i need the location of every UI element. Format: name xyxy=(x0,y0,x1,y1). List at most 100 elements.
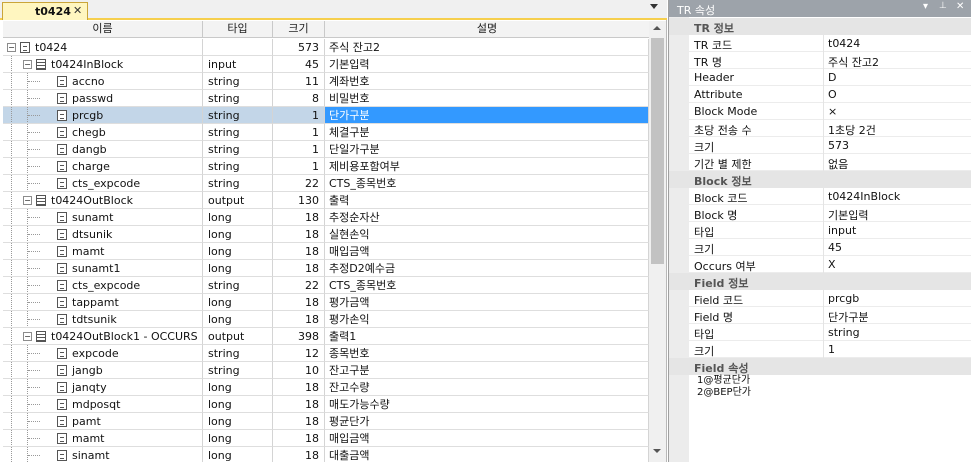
tree-collapse-toggle-icon[interactable]: − xyxy=(23,60,32,69)
property-section-header[interactable]: TR 정보 xyxy=(669,18,971,35)
column-header-name[interactable]: 이름 xyxy=(3,21,203,38)
property-row[interactable]: 타입 string xyxy=(669,324,971,341)
cell-name: mamt xyxy=(3,243,203,260)
scroll-up-arrow-icon[interactable] xyxy=(653,26,661,30)
property-row[interactable]: TR 코드 t0424 xyxy=(669,35,971,52)
panel-close-icon[interactable]: ✕ xyxy=(956,1,964,12)
field-row[interactable]: mamt long 18 매입금액 xyxy=(3,430,649,447)
property-row[interactable]: Field 명 단가구분 xyxy=(669,307,971,324)
property-value: string xyxy=(828,326,860,339)
tree-guide-line xyxy=(11,56,12,72)
field-row[interactable]: jangb string 10 잔고구분 xyxy=(3,362,649,379)
property-row[interactable]: 타입 input xyxy=(669,222,971,239)
tree-guide-line xyxy=(11,175,12,191)
property-section-header[interactable]: Field 정보 xyxy=(669,273,971,290)
column-header-type[interactable]: 타입 xyxy=(203,21,273,38)
tab-list-dropdown-icon[interactable] xyxy=(650,4,658,9)
property-row[interactable]: Header D xyxy=(669,69,971,86)
property-value: 45 xyxy=(828,241,842,254)
property-row[interactable]: 초당 전송 수 1초당 2건 xyxy=(669,120,971,137)
field-row[interactable]: pamt long 18 평균단가 xyxy=(3,413,649,430)
tr-root-row[interactable]: − t0424 573 주식 잔고2 xyxy=(3,39,649,56)
field-row[interactable]: accno string 11 계좌번호 xyxy=(3,73,649,90)
panel-pin-icon[interactable]: ⊥ xyxy=(939,1,947,11)
tree-guide-line xyxy=(28,268,40,269)
cell-name: charge xyxy=(3,158,203,175)
tree-guide-line xyxy=(11,192,12,208)
tree-collapse-toggle-icon[interactable]: − xyxy=(7,43,16,52)
field-row[interactable]: mdposqt long 18 매도가능수량 xyxy=(3,396,649,413)
cell-size: 22 xyxy=(273,277,325,294)
properties-panel-titlebar: TR 속성 ▾ ⊥ ✕ xyxy=(669,0,971,17)
property-section-header[interactable]: Block 정보 xyxy=(669,171,971,188)
field-row[interactable]: dtsunik long 18 실현손익 xyxy=(3,226,649,243)
cell-name: dtsunik xyxy=(3,226,203,243)
property-value: 1초당 2건 xyxy=(828,124,876,137)
panel-dropdown-icon[interactable]: ▾ xyxy=(923,1,928,12)
row-name-text: expcode xyxy=(72,347,119,360)
cell-name: dangb xyxy=(3,141,203,158)
grid-vertical-scrollbar[interactable] xyxy=(649,21,666,462)
tree-collapse-toggle-icon[interactable]: − xyxy=(23,332,32,341)
property-row[interactable]: Block Mode × xyxy=(669,103,971,120)
tree-guide-line xyxy=(11,73,12,89)
scroll-down-arrow-icon[interactable] xyxy=(653,449,661,453)
cell-name: expcode xyxy=(3,345,203,362)
tree-guide-line xyxy=(11,430,12,446)
property-row[interactable]: Occurs 여부 X xyxy=(669,256,971,273)
field-row[interactable]: sinamt long 18 대출금액 xyxy=(3,447,649,462)
column-header-size[interactable]: 크기 xyxy=(273,21,325,38)
property-row[interactable]: 크기 1 xyxy=(669,341,971,358)
tree-guide-line xyxy=(11,158,12,174)
field-row[interactable]: sunamt long 18 추정순자산 xyxy=(3,209,649,226)
property-row[interactable]: Block 명 기본입력 xyxy=(669,205,971,222)
tree-guide-line xyxy=(11,124,12,140)
field-row[interactable]: cts_expcode string 22 CTS_종목번호 xyxy=(3,175,649,192)
field-document-icon xyxy=(57,365,67,376)
field-row[interactable]: charge string 1 제비용포함여부 xyxy=(3,158,649,175)
field-row[interactable]: mamt long 18 매입금액 xyxy=(3,243,649,260)
column-header-description[interactable]: 설명 xyxy=(325,21,649,38)
cell-description: 평가손익 xyxy=(325,311,649,328)
property-divider xyxy=(823,341,824,358)
property-row[interactable]: 크기 573 xyxy=(669,137,971,154)
property-row[interactable]: Field 코드 prcgb xyxy=(669,290,971,307)
scrollbar-thumb[interactable] xyxy=(651,38,664,264)
field-row[interactable]: janqty long 18 잔고수량 xyxy=(3,379,649,396)
property-row[interactable]: 크기 45 xyxy=(669,239,971,256)
cell-type: long xyxy=(203,413,273,430)
field-row[interactable]: prcgb string 1 단가구분 xyxy=(3,107,649,124)
property-row[interactable]: Attribute O xyxy=(669,86,971,103)
field-row[interactable]: dangb string 1 단일가구분 xyxy=(3,141,649,158)
block-row[interactable]: − t0424OutBlock1 - OCCURS output 398 출력1 xyxy=(3,328,649,345)
property-row[interactable]: Block 코드 t0424InBlock xyxy=(669,188,971,205)
tree-guide-line xyxy=(28,285,40,286)
tab-close-icon[interactable]: ✕ xyxy=(73,4,82,17)
field-row[interactable]: passwd string 8 비밀번호 xyxy=(3,90,649,107)
field-row[interactable]: tdtsunik long 18 평가손익 xyxy=(3,311,649,328)
cell-type xyxy=(203,39,273,56)
tab-t0424[interactable]: t0424 ✕ xyxy=(2,2,88,20)
tree-collapse-toggle-icon[interactable]: − xyxy=(23,196,32,205)
field-row[interactable]: expcode string 12 종목번호 xyxy=(3,345,649,362)
field-row[interactable]: chegb string 1 체결구분 xyxy=(3,124,649,141)
row-name-text: charge xyxy=(72,160,110,173)
tree-guide-line xyxy=(28,115,40,116)
row-name-text: jangb xyxy=(72,364,103,377)
tr-properties-panel: TR 속성 ▾ ⊥ ✕ TR 정보 TR 코드 t0424 TR 명 주식 잔고2 Hea… xyxy=(668,0,971,462)
field-row[interactable]: tappamt long 18 평가금액 xyxy=(3,294,649,311)
row-name-text: passwd xyxy=(72,92,114,105)
property-section-header[interactable]: Field 속성 xyxy=(669,358,971,375)
cell-type: output xyxy=(203,328,273,345)
cell-size: 1 xyxy=(273,107,325,124)
field-row[interactable]: cts_expcode string 22 CTS_종목번호 xyxy=(3,277,649,294)
tree-guide-line xyxy=(28,98,40,99)
block-row[interactable]: − t0424InBlock input 45 기본입력 xyxy=(3,56,649,73)
field-row[interactable]: sunamt1 long 18 추정D2예수금 xyxy=(3,260,649,277)
property-divider xyxy=(823,35,824,52)
block-row[interactable]: − t0424OutBlock output 130 출력 xyxy=(3,192,649,209)
property-row[interactable]: TR 명 주식 잔고2 xyxy=(669,52,971,69)
property-row[interactable]: 기간 별 제한 없음 xyxy=(669,154,971,171)
row-name-text: chegb xyxy=(72,126,106,139)
tree-guide-line xyxy=(11,294,12,310)
